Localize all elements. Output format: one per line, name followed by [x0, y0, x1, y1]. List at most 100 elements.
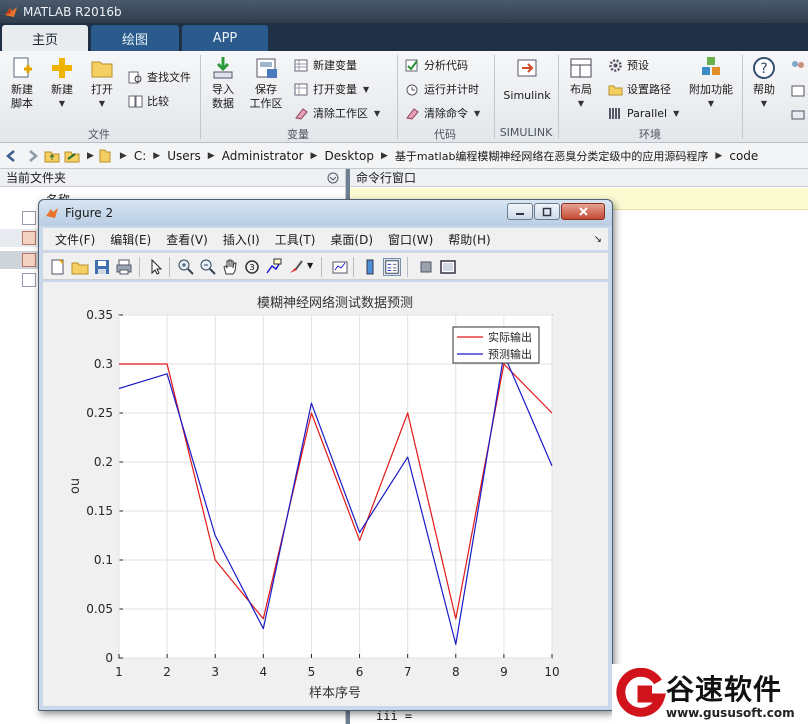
save-icon[interactable]	[93, 258, 111, 276]
zoom-out-icon[interactable]	[199, 258, 217, 276]
breadcrumb-desktop[interactable]: Desktop	[324, 149, 374, 163]
new-variable-button[interactable]: 新建变量	[294, 55, 357, 75]
new-button[interactable]: 新建 ▼	[46, 55, 78, 111]
new-script-button[interactable]: 新建 脚本	[6, 55, 38, 111]
find-files-button[interactable]: 查找文件	[128, 67, 191, 87]
x-tick-label: 6	[356, 665, 364, 679]
y-tick-label: 0.35	[86, 308, 113, 322]
clear-commands-label: 清除命令	[424, 107, 468, 120]
open-variable-button[interactable]: 打开变量 ▼	[294, 79, 369, 99]
y-axis-label: ou	[68, 478, 83, 494]
layout-label: 布局	[570, 83, 592, 96]
import-label-1: 导入	[212, 83, 234, 96]
ribbon: 新建 脚本 新建 ▼ 打开 ▼ 查找文件 比较 文件 导入 数据 保存 工作区 …	[0, 51, 808, 143]
new-script-icon	[13, 57, 32, 78]
y-tick-labels: 0 0.05 0.1 0.15 0.2 0.25 0.3 0.35	[86, 308, 113, 665]
minimize-icon	[516, 212, 524, 215]
show-plot-tools-icon[interactable]	[439, 258, 457, 276]
matlab-logo-icon	[46, 208, 58, 218]
set-path-button[interactable]: 设置路径	[608, 79, 671, 99]
figure-menu-bar: 文件(F) 编辑(E) 查看(V) 插入(I) 工具(T) 桌面(D) 窗口(W…	[43, 228, 608, 250]
learn-matlab-icon[interactable]	[790, 107, 806, 123]
clear-commands-button[interactable]: 清除命令 ▼	[405, 103, 480, 123]
legend[interactable]: 实际输出 预测输出	[452, 326, 540, 364]
open-file-icon[interactable]	[71, 258, 89, 276]
menu-insert[interactable]: 插入(I)	[223, 231, 260, 248]
close-button[interactable]	[561, 203, 605, 220]
new-caret-icon: ▼	[58, 99, 66, 108]
hide-plot-tools-icon[interactable]	[417, 258, 435, 276]
new-variable-label: 新建变量	[313, 59, 357, 72]
addons-label: 附加功能	[689, 83, 733, 96]
import-data-icon	[213, 57, 233, 79]
tab-home[interactable]: 主页	[2, 25, 88, 51]
maximize-button[interactable]	[534, 203, 560, 220]
help-button[interactable]: ? 帮助 ▼	[748, 55, 780, 111]
browse-folder-icon[interactable]	[64, 148, 80, 164]
new-figure-icon[interactable]	[49, 258, 67, 276]
breadcrumb-code[interactable]: code	[729, 149, 758, 163]
breadcrumb-separator: ▶	[153, 150, 161, 161]
colorbar-icon[interactable]	[361, 258, 379, 276]
pan-hand-icon[interactable]	[221, 258, 239, 276]
rotate-3d-icon[interactable]: 3	[243, 258, 261, 276]
zoom-in-icon[interactable]	[177, 258, 195, 276]
open-folder-icon	[91, 61, 113, 78]
breadcrumb-users[interactable]: Users	[167, 149, 201, 163]
analyze-code-button[interactable]: 分析代码	[405, 55, 468, 75]
parallel-button[interactable]: Parallel ▼	[608, 103, 679, 123]
dock-arrow-icon[interactable]: ↘	[594, 234, 602, 245]
run-and-time-button[interactable]: 运行并计时	[405, 79, 479, 99]
legend-icon[interactable]	[383, 258, 401, 276]
community-icon[interactable]	[790, 59, 806, 75]
breadcrumb-administrator[interactable]: Administrator	[222, 149, 304, 163]
brush-icon[interactable]	[287, 258, 305, 276]
open-button[interactable]: 打开 ▼	[86, 55, 118, 111]
up-folder-icon[interactable]	[44, 148, 60, 164]
tab-plots[interactable]: 绘图	[91, 25, 179, 51]
x-tick-label: 2	[163, 665, 171, 679]
clear-workspace-icon	[295, 107, 308, 120]
minimize-button[interactable]	[507, 203, 533, 220]
tab-apps[interactable]: APP	[182, 25, 268, 51]
menu-tools[interactable]: 工具(T)	[275, 231, 316, 248]
menu-desktop[interactable]: 桌面(D)	[330, 231, 373, 248]
print-icon[interactable]	[115, 258, 133, 276]
menu-window[interactable]: 窗口(W)	[388, 231, 433, 248]
simulink-button[interactable]: Simulink	[502, 55, 552, 103]
open-variable-icon	[294, 83, 308, 95]
matlab-file-icon	[22, 253, 36, 267]
x-tick-label: 7	[404, 665, 412, 679]
current-folder-header: 当前文件夹	[0, 169, 345, 187]
menu-help[interactable]: 帮助(H)	[448, 231, 490, 248]
simulink-label: Simulink	[503, 89, 551, 102]
save-ws-label-1: 保存	[255, 83, 277, 96]
chart-title: 模糊神经网络测试数据预测	[257, 295, 413, 311]
preferences-button[interactable]: 预设	[608, 55, 649, 75]
addons-button[interactable]: 附加功能 ▼	[688, 55, 734, 111]
parallel-label: Parallel	[627, 106, 668, 120]
figure-window: Figure 2 文件(F) 编辑(E) 查看(V) 插入(I) 工具(T) 桌…	[38, 199, 613, 711]
data-cursor-icon[interactable]	[265, 258, 283, 276]
layout-button[interactable]: 布局 ▼	[564, 55, 598, 111]
link-plot-icon[interactable]	[331, 258, 349, 276]
panel-menu-icon[interactable]	[327, 172, 339, 184]
forward-arrow-icon[interactable]	[24, 148, 40, 164]
save-workspace-button[interactable]: 保存 工作区	[246, 55, 286, 111]
x-axis-label: 样本序号	[309, 686, 361, 701]
back-arrow-icon[interactable]	[4, 148, 20, 164]
brush-dropdown-caret-icon[interactable]: ▼	[307, 261, 313, 270]
pointer-icon[interactable]	[147, 258, 165, 276]
compare-button[interactable]: 比较	[128, 91, 169, 111]
menu-file[interactable]: 文件(F)	[55, 231, 95, 248]
file-icon	[22, 211, 36, 225]
menu-edit[interactable]: 编辑(E)	[110, 231, 151, 248]
import-data-button[interactable]: 导入 数据	[206, 55, 240, 111]
request-support-icon[interactable]	[790, 83, 806, 99]
x-tick-label: 3	[211, 665, 219, 679]
breadcrumb-project-folder[interactable]: 基于matlab编程模糊神经网络在恶臭分类定级中的应用源码程序	[395, 148, 709, 164]
menu-view[interactable]: 查看(V)	[166, 231, 208, 248]
breadcrumb-drive[interactable]: C:	[134, 149, 146, 163]
file-group-label: 文件	[88, 128, 110, 141]
clear-workspace-button[interactable]: 清除工作区 ▼	[294, 103, 380, 123]
